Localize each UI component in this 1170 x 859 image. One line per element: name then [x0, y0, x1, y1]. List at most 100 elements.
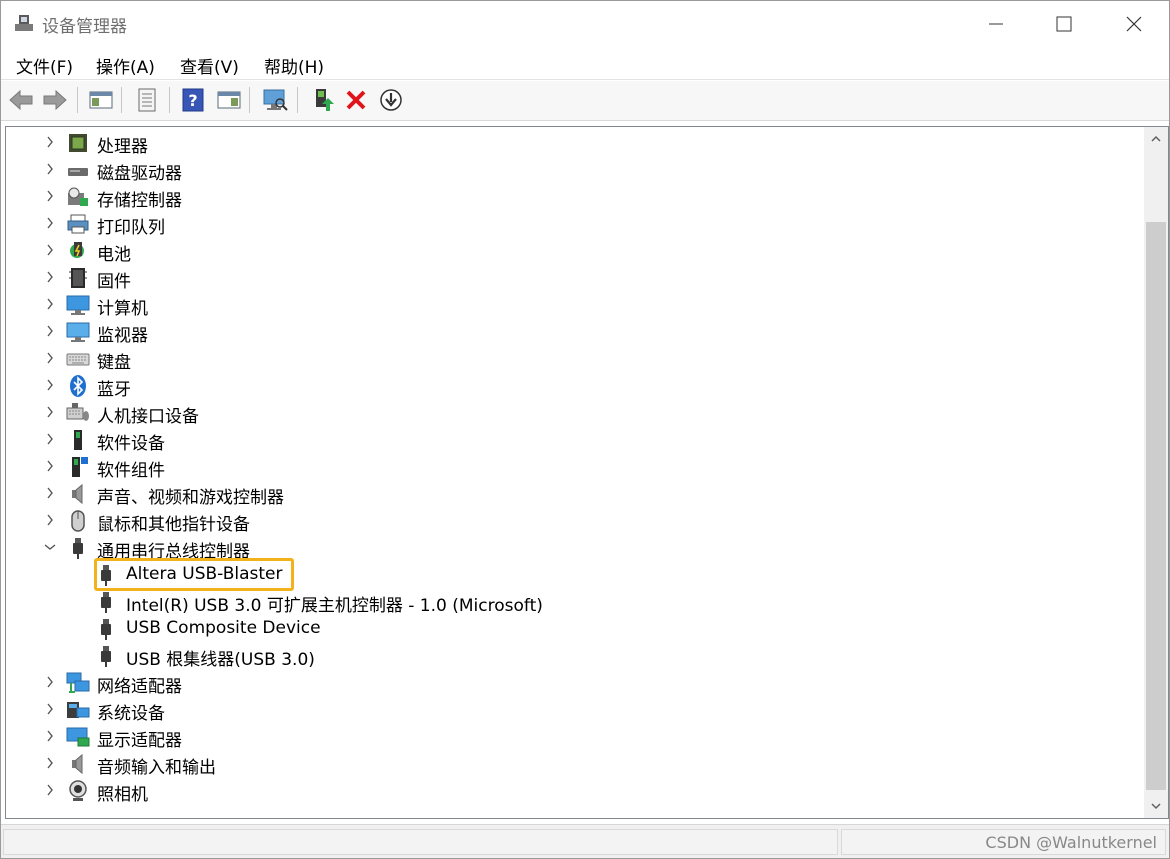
forward-button[interactable]	[41, 86, 69, 114]
tree-device-row[interactable]: USB 根集线器(USB 3.0)	[6, 642, 1136, 670]
tree-category-row[interactable]: 音频输入和输出	[6, 750, 1136, 778]
expand-toggle[interactable]	[43, 134, 57, 150]
audio-io-icon	[72, 753, 83, 775]
expand-toggle[interactable]	[43, 701, 57, 717]
tree-category-row[interactable]: 监视器	[6, 318, 1136, 346]
expand-toggle[interactable]	[43, 485, 57, 501]
menu-help[interactable]: 帮助(H)	[264, 53, 324, 78]
chevron-right-icon	[47, 190, 53, 202]
expand-toggle[interactable]	[43, 431, 57, 447]
tree-category-row[interactable]: 电池	[6, 237, 1136, 265]
speaker-icon	[72, 483, 83, 505]
network-adapter-icon	[66, 672, 90, 693]
tree-category-row[interactable]: 打印队列	[6, 210, 1136, 238]
close-icon	[1126, 16, 1142, 31]
expand-toggle[interactable]	[43, 215, 57, 231]
tree-category-row[interactable]: 系统设备	[6, 696, 1136, 724]
category-label: 存储控制器	[97, 191, 182, 211]
tree-category-row[interactable]: 蓝牙	[6, 372, 1136, 400]
expand-toggle[interactable]	[43, 755, 57, 771]
show-hide-console-tree-button[interactable]	[87, 86, 115, 114]
maximize-button[interactable]	[1041, 1, 1087, 46]
expand-toggle[interactable]	[43, 728, 57, 744]
menu-action[interactable]: 操作(A)	[96, 53, 155, 78]
category-label: 键盘	[97, 353, 131, 373]
tree-category-row[interactable]: 计算机	[6, 291, 1136, 319]
tree-category-row[interactable]: 照相机	[6, 777, 1136, 805]
usb-icon	[101, 646, 111, 667]
tree-category-row[interactable]: 通用串行总线控制器	[6, 534, 1136, 562]
chevron-right-icon	[47, 298, 53, 310]
menu-file[interactable]: 文件(F)	[16, 53, 73, 78]
highlight-box	[94, 558, 294, 591]
bluetooth-icon	[70, 375, 86, 397]
tree-category-row[interactable]: 显示适配器	[6, 723, 1136, 751]
tree-category-row[interactable]: 软件组件	[6, 453, 1136, 481]
properties-button[interactable]	[133, 86, 161, 114]
chevron-right-icon	[47, 163, 53, 175]
expand-toggle[interactable]	[43, 242, 57, 258]
device-manager-app-icon	[15, 15, 33, 31]
scroll-down-button[interactable]	[1144, 794, 1168, 818]
tree-category-row[interactable]: 声音、视频和游戏控制器	[6, 480, 1136, 508]
category-label: 蓝牙	[97, 380, 131, 400]
tree-category-row[interactable]: 网络适配器	[6, 669, 1136, 697]
menu-view[interactable]: 查看(V)	[180, 53, 239, 78]
help-button[interactable]: ?	[179, 86, 207, 114]
category-label: 打印队列	[97, 218, 165, 238]
uninstall-device-button[interactable]	[342, 86, 370, 114]
collapse-toggle[interactable]	[43, 539, 57, 555]
expand-toggle[interactable]	[43, 404, 57, 420]
expand-toggle[interactable]	[43, 512, 57, 528]
expand-toggle[interactable]	[43, 269, 57, 285]
hid-icon	[66, 403, 89, 421]
scrollbar-thumb[interactable]	[1146, 222, 1166, 790]
disable-device-button[interactable]	[377, 86, 405, 114]
expand-toggle[interactable]	[43, 377, 57, 393]
usb-icon	[73, 538, 83, 559]
scan-hardware-icon	[263, 89, 288, 111]
chevron-right-icon	[47, 730, 53, 742]
category-label: 系统设备	[97, 704, 165, 724]
update-driver-button[interactable]	[309, 86, 337, 114]
toolbar-separator	[297, 87, 298, 113]
status-bar: CSDN @Walnutkernel	[1, 824, 1169, 858]
expand-toggle[interactable]	[43, 674, 57, 690]
back-button[interactable]	[7, 86, 35, 114]
expand-toggle[interactable]	[43, 458, 57, 474]
action-pane-button[interactable]	[215, 86, 243, 114]
usb-icon	[101, 619, 111, 640]
tree-category-row[interactable]: 软件设备	[6, 426, 1136, 454]
toolbar-separator	[77, 87, 78, 113]
vertical-scrollbar[interactable]	[1144, 127, 1168, 818]
tree-category-row[interactable]: 存储控制器	[6, 183, 1136, 211]
tree-category-row[interactable]: 磁盘驱动器	[6, 156, 1136, 184]
tree-category-row[interactable]: 处理器	[6, 129, 1136, 157]
close-button[interactable]	[1111, 1, 1157, 46]
tree-category-row[interactable]: 鼠标和其他指针设备	[6, 507, 1136, 535]
expand-toggle[interactable]	[43, 782, 57, 798]
device-label: Intel(R) USB 3.0 可扩展主机控制器 - 1.0 (Microso…	[126, 596, 543, 616]
expand-toggle[interactable]	[43, 296, 57, 312]
expand-toggle[interactable]	[43, 161, 57, 177]
category-label: 固件	[97, 272, 131, 292]
disk-drive-icon	[68, 168, 88, 176]
tree-device-row[interactable]: USB Composite Device	[6, 615, 1136, 642]
expand-toggle[interactable]	[43, 350, 57, 366]
tree-category-row[interactable]: 人机接口设备	[6, 399, 1136, 427]
title-bar: 设备管理器	[1, 1, 1169, 46]
printer-icon	[67, 214, 89, 234]
chevron-right-icon	[47, 757, 53, 769]
expand-toggle[interactable]	[43, 188, 57, 204]
chevron-down-icon	[44, 544, 56, 550]
scan-hardware-button[interactable]	[261, 86, 289, 114]
scroll-up-button[interactable]	[1144, 127, 1168, 151]
monitor-icon	[66, 322, 90, 342]
expand-toggle[interactable]	[43, 323, 57, 339]
back-arrow-icon	[9, 89, 33, 111]
tree-device-row[interactable]: Intel(R) USB 3.0 可扩展主机控制器 - 1.0 (Microso…	[6, 588, 1136, 616]
status-cell-main	[3, 829, 838, 855]
tree-category-row[interactable]: 键盘	[6, 345, 1136, 373]
minimize-button[interactable]	[973, 1, 1019, 46]
tree-category-row[interactable]: 固件	[6, 264, 1136, 292]
